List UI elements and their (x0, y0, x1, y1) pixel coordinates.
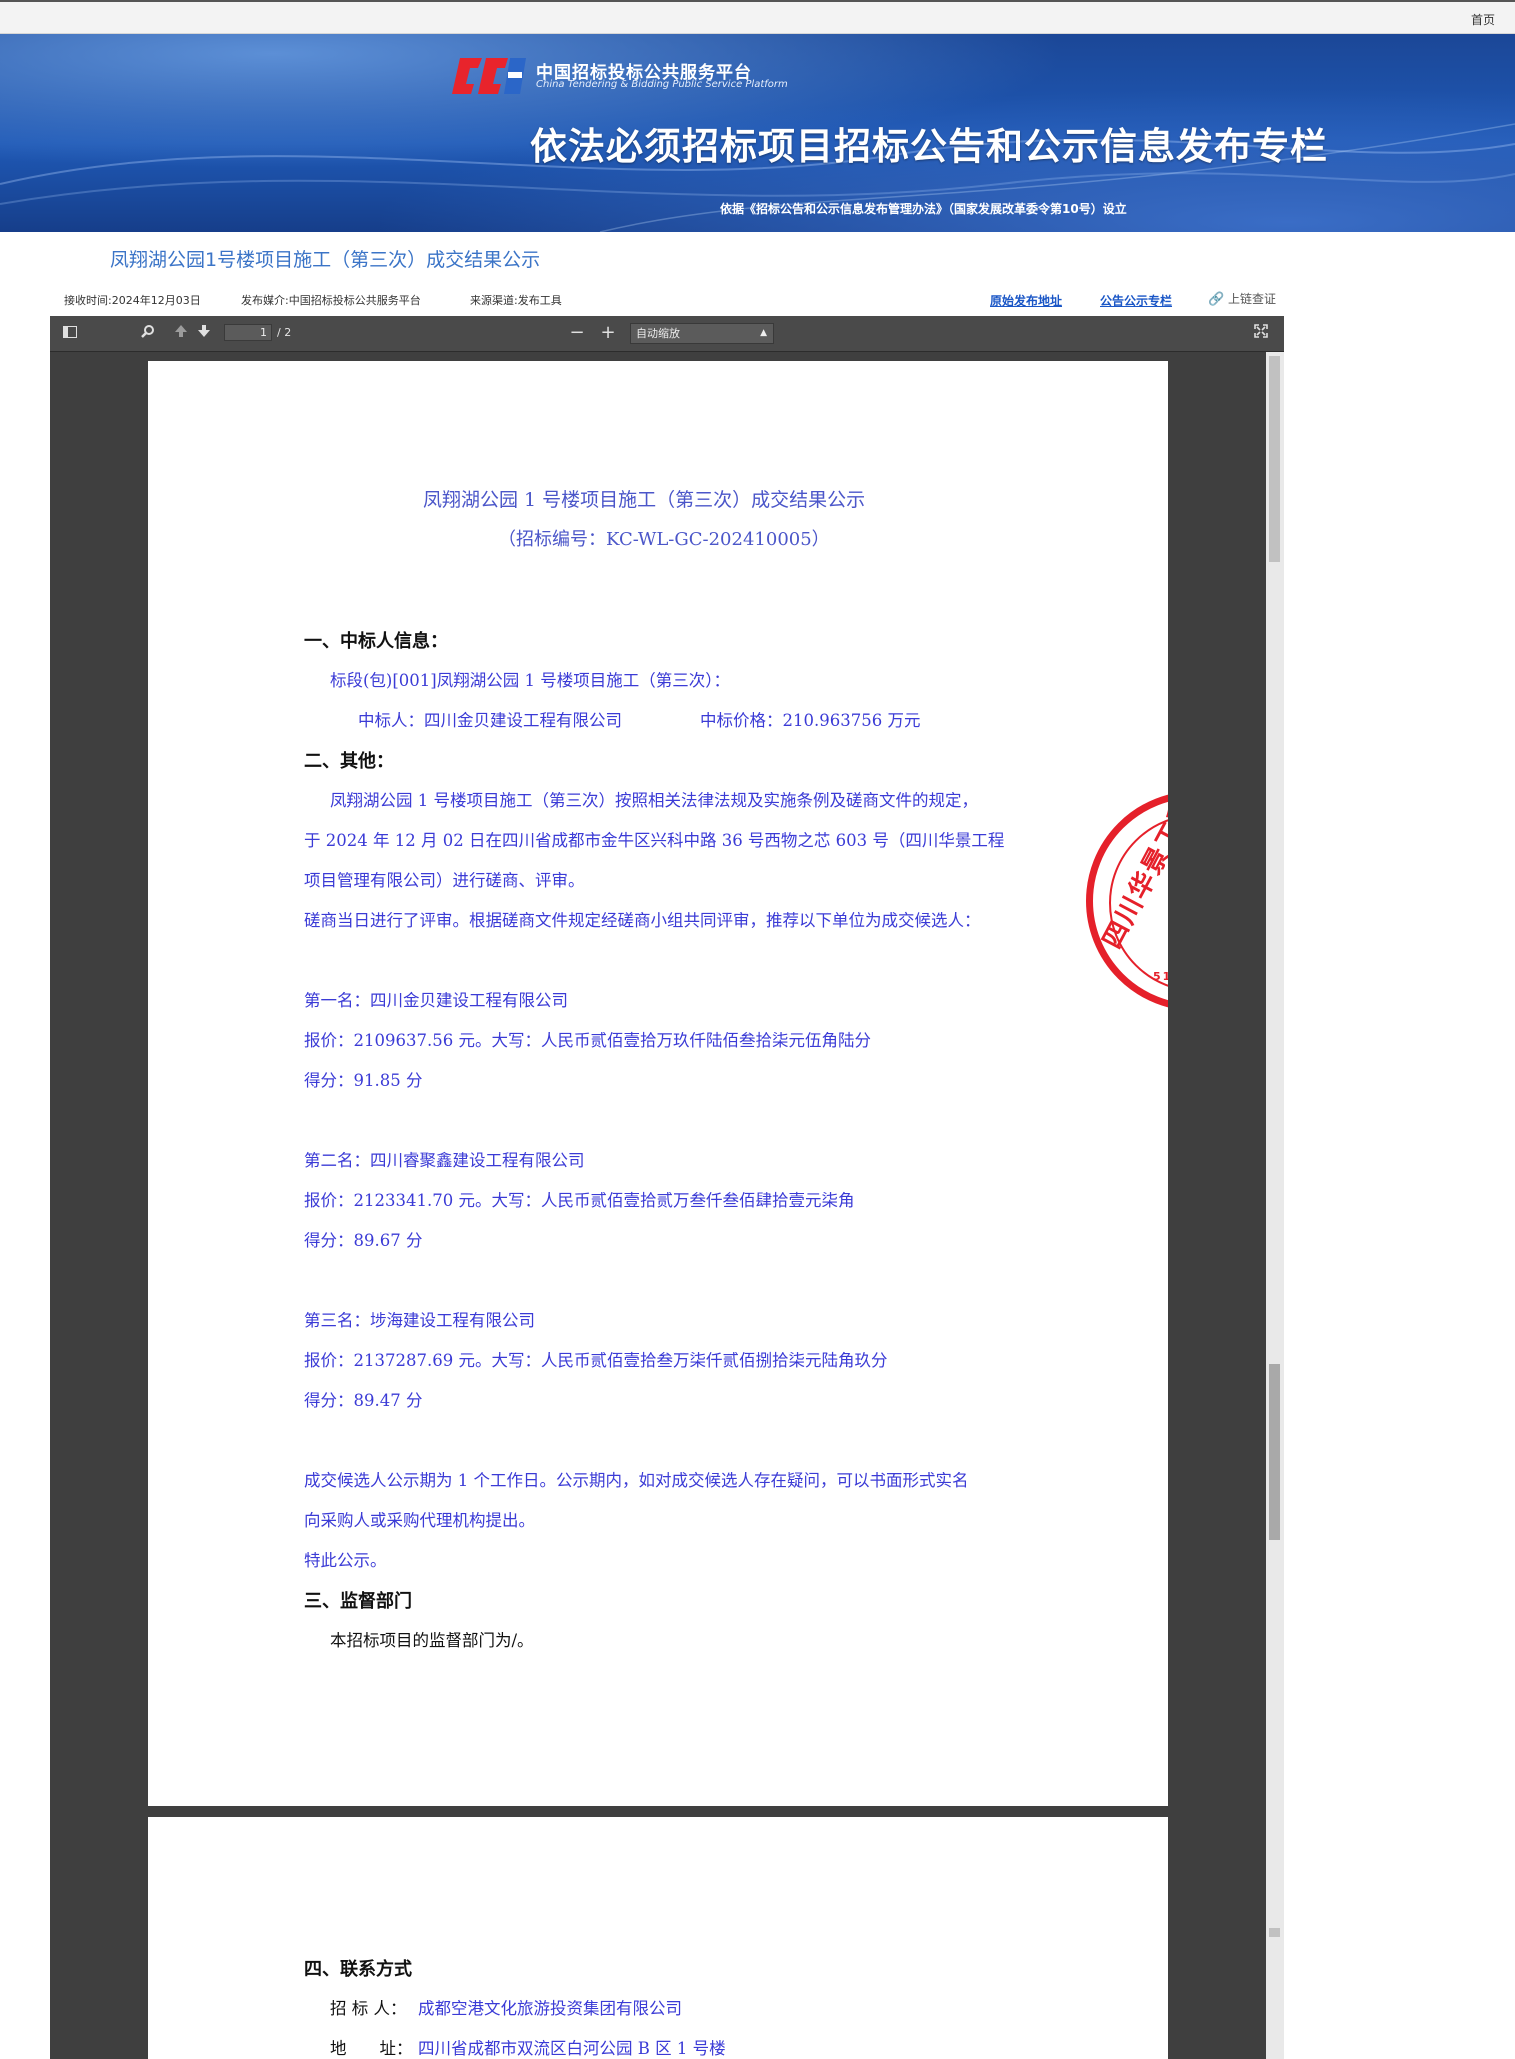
winning-price: 中标价格：210.963756 万元 (700, 711, 921, 730)
other-paragraph-line-4: 磋商当日进行了评审。根据磋商文件规定经磋商小组共同评审，推荐以下单位为成交候选人… (304, 911, 981, 930)
zoom-select[interactable]: 自动缩放 ▲ (630, 323, 774, 344)
publicity-line-1: 成交候选人公示期为 1 个工作日。公示期内，如对成交候选人存在疑问，可以书面形式… (304, 1471, 969, 1490)
other-paragraph-line-3: 项目管理有限公司）进行磋商、评审。 (304, 871, 585, 890)
seal-number: 51013 (1153, 970, 1168, 983)
candidate-2-name: 第二名：四川睿聚鑫建设工程有限公司 (304, 1151, 585, 1170)
zoom-select-value: 自动缩放 (636, 327, 680, 340)
pdf-toolbar: 1 / 2 − + 自动缩放 ▲ (50, 316, 1284, 352)
other-paragraph-line-2: 于 2024 年 12 月 02 日在四川省成都市金牛区兴科中路 36 号西物之… (304, 831, 1005, 850)
candidate-3-score: 得分：89.47 分 (304, 1391, 423, 1410)
top-bar: 首页 (0, 0, 1515, 34)
site-name-en: China Tendering & Bidding Public Service… (536, 79, 788, 90)
viewer-scrollbar[interactable] (1266, 352, 1284, 2059)
tenderer-value: 成都空港文化旅游投资集团有限公司 (418, 1999, 682, 2018)
search-icon[interactable] (137, 322, 159, 344)
source-channel: 来源渠道:发布工具 (470, 294, 562, 307)
original-address-link[interactable]: 原始发布地址 (990, 292, 1062, 309)
pdf-page-2: 四、联系方式 招 标 人： 成都空港文化旅游投资集团有限公司 地 址： 四川省成… (148, 1817, 1168, 2059)
candidate-1-name: 第一名：四川金贝建设工程有限公司 (304, 991, 568, 1010)
next-page-icon[interactable] (193, 322, 215, 344)
cebpubservice-logo-icon (452, 58, 526, 94)
header-banner: 中国招标投标公共服务平台 China Tendering & Bidding P… (0, 34, 1515, 232)
page-number-input[interactable]: 1 (224, 324, 272, 341)
banner-basis: 依据《招标公告和公示信息发布管理办法》（国家发展改革委令第10号）设立 (720, 202, 1127, 216)
chain-link-icon: 🔗 (1208, 292, 1225, 307)
tenderer-label: 招 标 人： (330, 1999, 407, 2018)
candidate-2-price: 报价：2123341.70 元。大写：人民币贰佰壹拾贰万叁仟叁佰肆拾壹元柒角 (304, 1191, 855, 1210)
candidate-2-score: 得分：89.67 分 (304, 1231, 423, 1250)
chain-verify-link[interactable]: 🔗 上链查证 (1208, 290, 1276, 307)
candidate-3-price: 报价：2137287.69 元。大写：人民币贰佰壹拾叁万柒仟贰佰捌拾柒元陆角玖分 (304, 1351, 888, 1370)
publisher: 发布媒介:中国招标投标公共服务平台 (241, 294, 421, 307)
zoom-out-icon[interactable]: − (566, 322, 588, 344)
pdf-page-1: 凤翔湖公园 1 号楼项目施工（第三次）成交结果公示 （招标编号：KC-WL-GC… (148, 361, 1168, 1806)
address-value: 四川省成都市双流区白河公园 B 区 1 号楼 (418, 2039, 726, 2058)
section-1-heading: 一、中标人信息： (304, 631, 448, 652)
publicity-line-2: 向采购人或采购代理机构提出。 (304, 1511, 535, 1530)
section-3-heading: 三、监督部门 (304, 1591, 412, 1612)
scrollbar-marker (1269, 1928, 1280, 1937)
section-4-heading: 四、联系方式 (304, 1959, 412, 1980)
fullscreen-icon[interactable] (1250, 322, 1272, 344)
scrollbar-thumb[interactable] (1269, 356, 1280, 562)
publicity-line-3: 特此公示。 (304, 1551, 387, 1570)
page-total: / 2 (277, 326, 292, 339)
candidate-1-price: 报价：2109637.56 元。大写：人民币贰佰壹拾万玖仟陆佰叁拾柒元伍角陆分 (304, 1031, 871, 1050)
select-arrows-icon: ▲ (760, 328, 767, 338)
received-time: 接收时间:2024年12月03日 (64, 294, 201, 307)
sidebar-toggle-icon[interactable] (59, 322, 81, 344)
scrollbar-thumb-secondary[interactable] (1269, 1364, 1280, 1540)
chain-verify-label: 上链查证 (1228, 292, 1277, 306)
previous-page-icon[interactable] (170, 322, 192, 344)
tender-code: （招标编号：KC-WL-GC-202410005） (498, 529, 830, 550)
candidate-3-name: 第三名：埗海建设工程有限公司 (304, 1311, 535, 1330)
company-seal: 四川华景工程 51013 (1086, 791, 1168, 1011)
banner-headline: 依法必须招标项目招标公告和公示信息发布专栏 (530, 125, 1328, 168)
lot-line: 标段(包)[001]凤翔湖公园 1 号楼项目施工（第三次）： (330, 671, 730, 690)
zoom-in-icon[interactable]: + (597, 322, 619, 344)
pdf-viewer: 1 / 2 − + 自动缩放 ▲ 凤翔湖公园 1 号楼项目施工（第三次）成交结果… (50, 316, 1284, 2059)
winner-line: 中标人：四川金贝建设工程有限公司 (358, 711, 622, 730)
section-2-heading: 二、其他： (304, 751, 394, 772)
home-link[interactable]: 首页 (1471, 11, 1495, 28)
candidate-1-score: 得分：91.85 分 (304, 1071, 423, 1090)
notice-column-link[interactable]: 公告公示专栏 (1100, 292, 1172, 309)
doc-heading: 凤翔湖公园 1 号楼项目施工（第三次）成交结果公示 (423, 489, 866, 511)
address-label: 地 址： (330, 2039, 413, 2058)
supervision-text: 本招标项目的监督部门为/。 (330, 1631, 534, 1650)
notice-title: 凤翔湖公园1号楼项目施工（第三次）成交结果公示 (110, 249, 541, 271)
other-paragraph-line-1: 凤翔湖公园 1 号楼项目施工（第三次）按照相关法律法规及实施条例及磋商文件的规定… (330, 791, 978, 810)
